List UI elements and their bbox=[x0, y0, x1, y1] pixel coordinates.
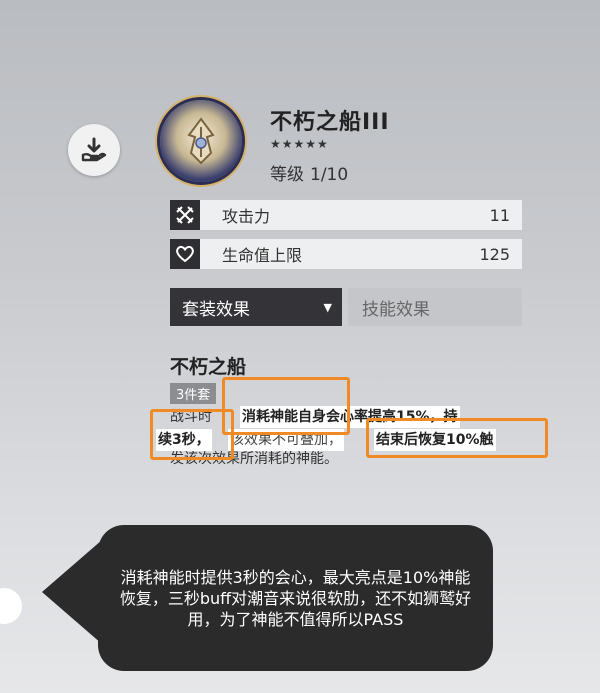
tab-label: 技能效果 bbox=[362, 299, 430, 320]
level-value: 1/10 bbox=[310, 165, 349, 185]
stat-value: 125 bbox=[479, 244, 510, 264]
stat-label: 生命值上限 bbox=[222, 246, 303, 265]
download-button[interactable] bbox=[68, 124, 120, 176]
floating-handle[interactable] bbox=[0, 588, 22, 624]
item-title: 不朽之船III bbox=[270, 110, 390, 135]
item-level: 等级 1/10 bbox=[270, 160, 348, 185]
ship-emblem-icon bbox=[187, 117, 215, 165]
annotation-bubble-tail bbox=[42, 540, 102, 644]
set-name: 不朽之船 bbox=[170, 356, 247, 378]
stat-label: 攻击力 bbox=[222, 207, 271, 226]
highlight-box bbox=[222, 377, 350, 435]
tab-label: 套装效果 bbox=[182, 299, 250, 320]
highlight-box bbox=[150, 409, 234, 460]
crossed-swords-icon bbox=[170, 200, 200, 230]
download-icon bbox=[81, 137, 107, 162]
dropdown-arrow-icon: ▼ bbox=[323, 300, 332, 314]
set-pieces-badge: 3件套 bbox=[170, 383, 217, 404]
stat-row-hp: 生命值上限 125 bbox=[170, 239, 522, 269]
stat-value: 11 bbox=[489, 205, 510, 225]
tab-set-effect[interactable]: 套装效果 ▼ bbox=[170, 288, 342, 326]
stat-row-attack: 攻击力 11 bbox=[170, 200, 522, 230]
highlight-box bbox=[366, 418, 548, 458]
item-avatar bbox=[160, 100, 242, 182]
tab-skill-effect[interactable]: 技能效果 bbox=[348, 288, 522, 326]
annotation-bubble: 消耗神能时提供3秒的会心，最大亮点是10%神能恢复，三秒buff对潮音来说很软肋… bbox=[98, 525, 493, 671]
rarity-stars: ★★★★★ bbox=[270, 137, 329, 151]
annotation-text: 消耗神能时提供3秒的会心，最大亮点是10%神能恢复，三秒buff对潮音来说很软肋… bbox=[119, 567, 472, 629]
heart-icon bbox=[170, 239, 200, 269]
level-label: 等级 bbox=[270, 165, 304, 185]
